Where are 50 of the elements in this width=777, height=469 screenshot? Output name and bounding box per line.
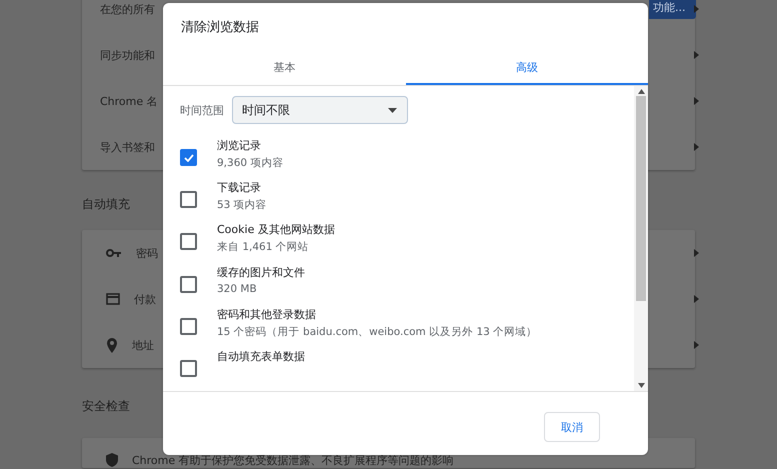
section-heading: 自动填充 <box>82 196 130 212</box>
tab[interactable]: 高级 <box>406 51 648 85</box>
key-icon <box>106 248 122 258</box>
arrow-right-icon <box>694 249 699 257</box>
checkbox[interactable] <box>180 191 197 208</box>
scroll-down-icon[interactable] <box>638 383 644 388</box>
setting-label[interactable]: 导入书签和 <box>100 140 155 154</box>
item-title: 自动填充表单数据 <box>217 348 305 364</box>
item-title: 缓存的图片和文件 <box>217 264 305 280</box>
checkmark-icon <box>184 154 194 162</box>
item-detail: 15 个密码（用于 baidu.com、weibo.com 以及另外 13 个网域） <box>217 324 538 339</box>
time-range-dropdown[interactable]: 时间不限 <box>232 96 408 124</box>
setting-label[interactable]: 同步功能和 <box>100 48 155 62</box>
dropdown-arrow-icon <box>388 108 397 112</box>
scrollbar[interactable] <box>634 86 648 391</box>
setting-label[interactable]: 付款 <box>134 292 156 306</box>
location-pin-icon <box>106 338 118 352</box>
item-detail: 来自 1,461 个网站 <box>217 240 310 254</box>
item-title: 密码和其他登录数据 <box>217 306 317 322</box>
setting-label[interactable]: 密码 <box>136 246 158 260</box>
item-title: Cookie 及其他网站数据 <box>217 222 335 238</box>
shield-icon <box>106 453 118 467</box>
item-title: 浏览记录 <box>217 138 262 153</box>
arrow-right-icon <box>694 51 699 59</box>
setting-label[interactable]: Chrome 名 <box>100 94 158 108</box>
arrow-right-icon <box>694 341 699 349</box>
dialog-title: 清除浏览数据 <box>180 19 260 37</box>
item-detail: 9,360 项内容 <box>217 156 284 170</box>
arrow-right-icon <box>694 295 699 303</box>
setting-label[interactable]: Chrome 有助于保护您免受数据泄露、不良扩展程序等问题的影响 <box>132 453 454 468</box>
item-detail: 320 MB <box>217 282 258 295</box>
tab[interactable]: 基本 <box>163 51 406 85</box>
setting-label[interactable]: 地址 <box>132 338 154 352</box>
setting-label[interactable]: 在您的所有 <box>100 2 155 16</box>
checkbox[interactable] <box>180 276 197 293</box>
cancel-button[interactable]: 取消 <box>544 412 600 442</box>
checkbox[interactable] <box>180 360 197 377</box>
section-heading: 安全检查 <box>82 398 130 414</box>
time-range-label: 时间范围 <box>180 102 224 118</box>
arrow-right-icon <box>694 5 699 13</box>
item-detail: 53 项内容 <box>217 198 267 212</box>
checkbox[interactable] <box>180 318 197 335</box>
checkbox[interactable] <box>180 149 197 166</box>
arrow-right-icon <box>694 97 699 105</box>
sync-button[interactable]: 功能... <box>649 0 696 19</box>
item-title: 下载记录 <box>217 180 262 196</box>
arrow-right-icon <box>694 143 699 151</box>
credit-card-icon <box>106 293 120 305</box>
checkbox[interactable] <box>180 233 197 250</box>
scroll-up-icon[interactable] <box>638 89 644 94</box>
